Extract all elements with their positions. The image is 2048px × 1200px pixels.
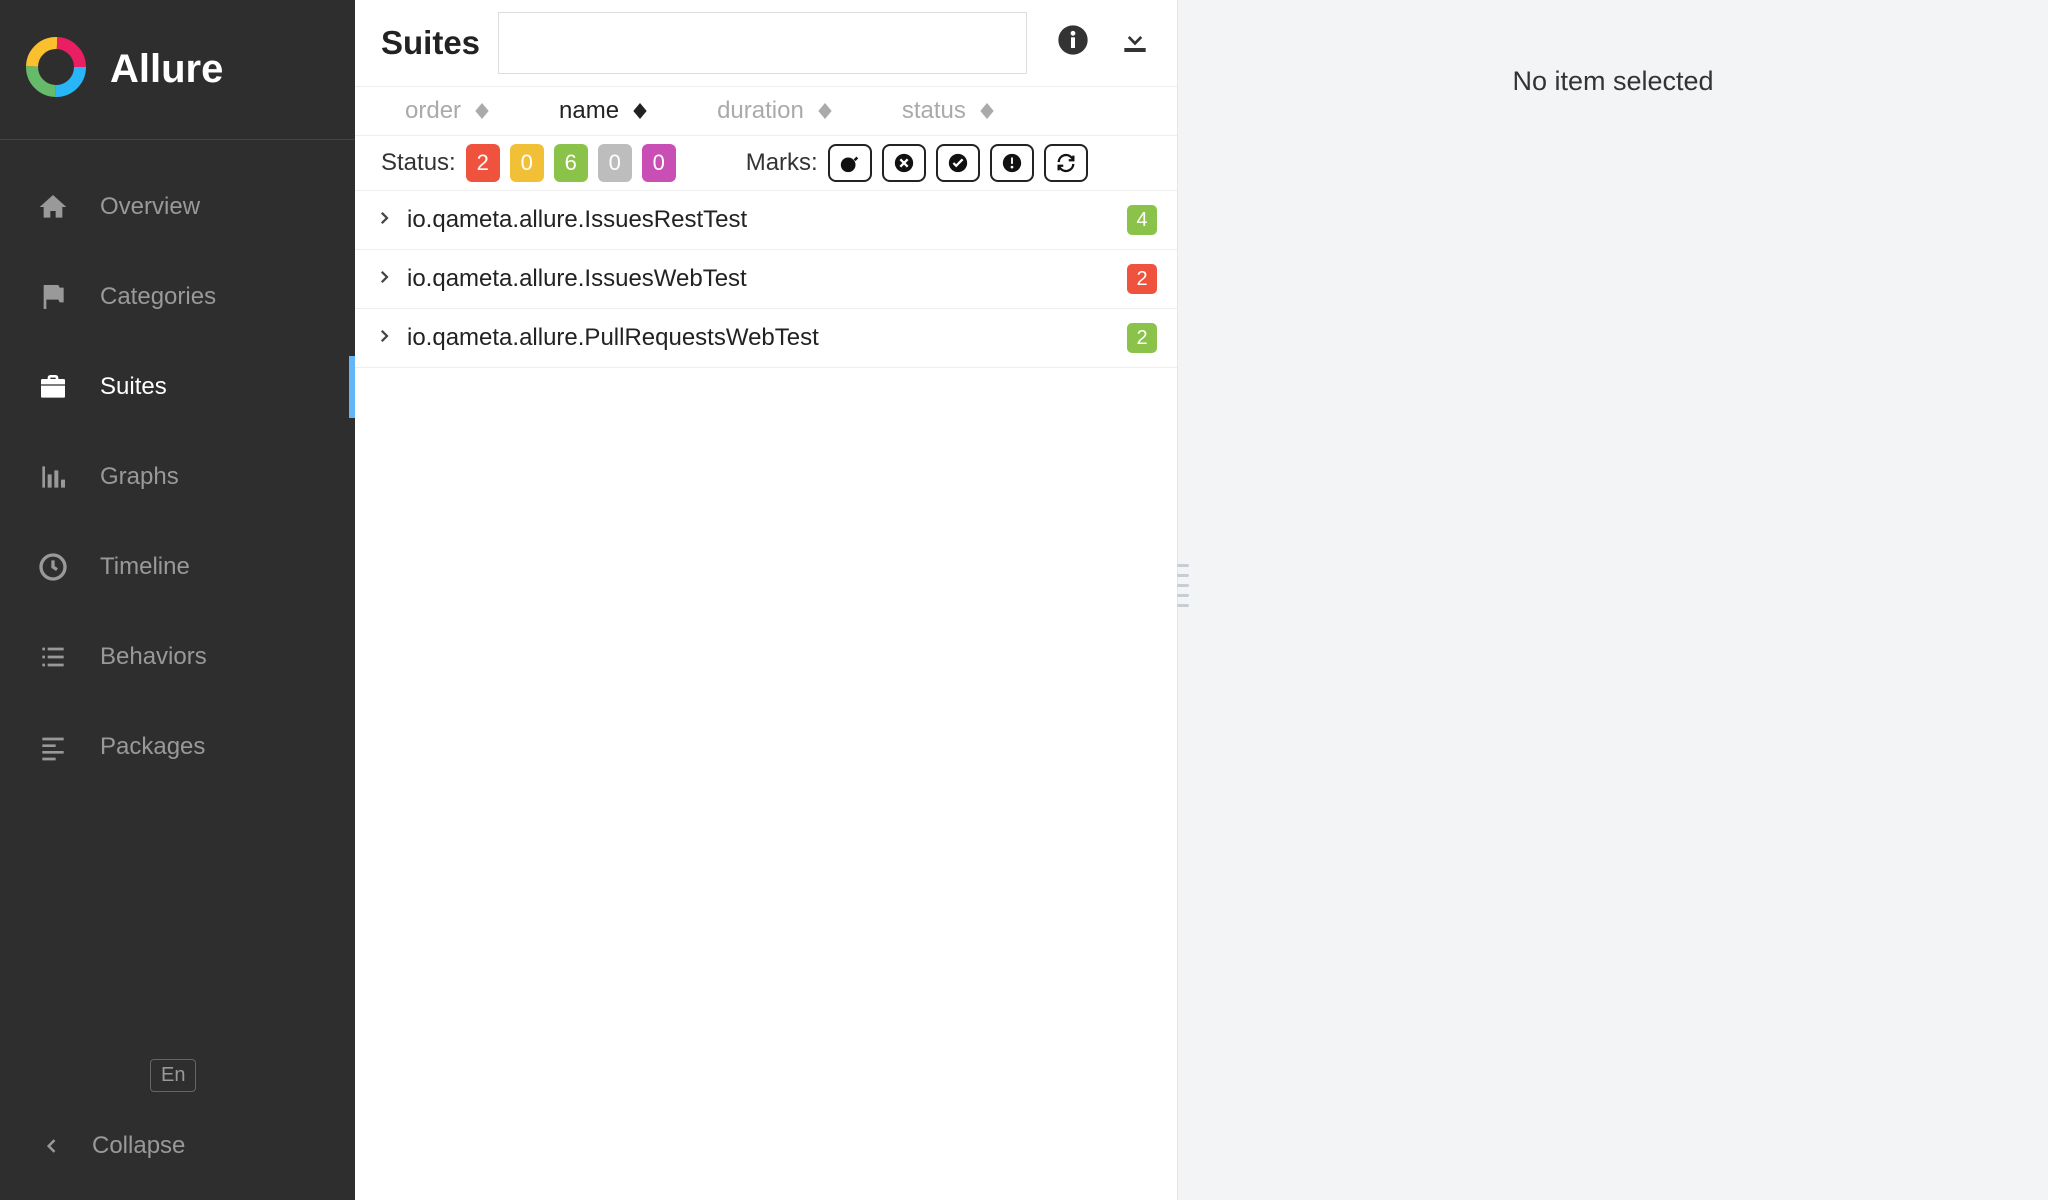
sidebar-item-timeline[interactable]: Timeline [0,522,355,612]
sidebar: Allure Overview Categories Suites [0,0,355,1200]
mark-retry-button[interactable] [1044,144,1088,182]
alert-circle-icon [1001,152,1023,174]
refresh-icon [1055,152,1077,174]
status-chip-skipped[interactable]: 0 [598,144,632,182]
sidebar-item-label: Suites [100,373,167,401]
status-chip-passed[interactable]: 6 [554,144,588,182]
sort-caret-icon [818,103,832,119]
sort-row: order name duration status [355,87,1177,136]
sort-label: duration [717,97,804,125]
suite-name: io.qameta.allure.IssuesRestTest [407,206,1127,234]
brand[interactable]: Allure [0,0,355,140]
suite-count-badge: 2 [1127,323,1157,353]
chevron-left-icon [42,1136,62,1156]
align-left-icon [36,730,70,764]
detail-empty-message: No item selected [1512,66,1713,97]
sidebar-item-suites[interactable]: Suites [0,342,355,432]
suite-tree: io.qameta.allure.IssuesRestTest 4 io.qam… [355,191,1177,368]
suite-row[interactable]: io.qameta.allure.PullRequestsWebTest 2 [355,309,1177,368]
resize-handle-icon[interactable] [1177,560,1189,610]
mark-alert-button[interactable] [990,144,1034,182]
brand-name: Allure [110,47,223,92]
mark-failed-button[interactable] [882,144,926,182]
info-icon[interactable] [1057,24,1089,62]
brand-logo-icon [24,35,88,105]
marks-label: Marks: [746,149,818,177]
download-icon[interactable] [1119,24,1151,62]
bar-chart-icon [36,460,70,494]
sort-label: name [559,97,619,125]
sort-by-name[interactable]: name [559,97,647,125]
filter-row: Status: 2 0 6 0 0 Marks: [355,136,1177,191]
status-chip-broken[interactable]: 0 [510,144,544,182]
sort-by-status[interactable]: status [902,97,994,125]
sidebar-item-behaviors[interactable]: Behaviors [0,612,355,702]
sort-caret-icon [633,103,647,119]
suite-name: io.qameta.allure.PullRequestsWebTest [407,324,1127,352]
status-chip-unknown[interactable]: 0 [642,144,676,182]
sort-label: order [405,97,461,125]
status-label: Status: [381,149,456,177]
suite-count-badge: 2 [1127,264,1157,294]
sidebar-item-label: Packages [100,733,205,761]
sidebar-item-label: Categories [100,283,216,311]
status-chip-failed[interactable]: 2 [466,144,500,182]
sidebar-item-label: Behaviors [100,643,207,671]
search-input[interactable] [498,12,1027,74]
clock-icon [36,550,70,584]
briefcase-icon [36,370,70,404]
sort-label: status [902,97,966,125]
nav: Overview Categories Suites Graphs [0,140,355,792]
sidebar-item-packages[interactable]: Packages [0,702,355,792]
suites-header: Suites [355,0,1177,87]
sidebar-item-label: Overview [100,193,200,221]
sidebar-item-overview[interactable]: Overview [0,162,355,252]
collapse-label: Collapse [92,1132,185,1160]
mark-flaky-button[interactable] [828,144,872,182]
flag-icon [36,280,70,314]
chevron-right-icon [375,206,393,234]
suite-name: io.qameta.allure.IssuesWebTest [407,265,1127,293]
list-icon [36,640,70,674]
check-circle-icon [947,152,969,174]
suite-row[interactable]: io.qameta.allure.IssuesWebTest 2 [355,250,1177,309]
sidebar-item-categories[interactable]: Categories [0,252,355,342]
mark-passed-button[interactable] [936,144,980,182]
chevron-right-icon [375,324,393,352]
detail-panel: No item selected [1178,0,2048,1200]
page-title: Suites [381,24,480,62]
sort-by-duration[interactable]: duration [717,97,832,125]
collapse-sidebar-button[interactable]: Collapse [0,1132,355,1160]
sort-caret-icon [980,103,994,119]
sidebar-item-label: Timeline [100,553,190,581]
bomb-icon [839,152,861,174]
close-circle-icon [893,152,915,174]
sidebar-item-label: Graphs [100,463,179,491]
suite-count-badge: 4 [1127,205,1157,235]
sort-by-order[interactable]: order [405,97,489,125]
suite-row[interactable]: io.qameta.allure.IssuesRestTest 4 [355,191,1177,250]
home-icon [36,190,70,224]
suites-panel: Suites order name duratio [355,0,1178,1200]
language-selector[interactable]: En [150,1059,196,1092]
sidebar-item-graphs[interactable]: Graphs [0,432,355,522]
chevron-right-icon [375,265,393,293]
sort-caret-icon [475,103,489,119]
